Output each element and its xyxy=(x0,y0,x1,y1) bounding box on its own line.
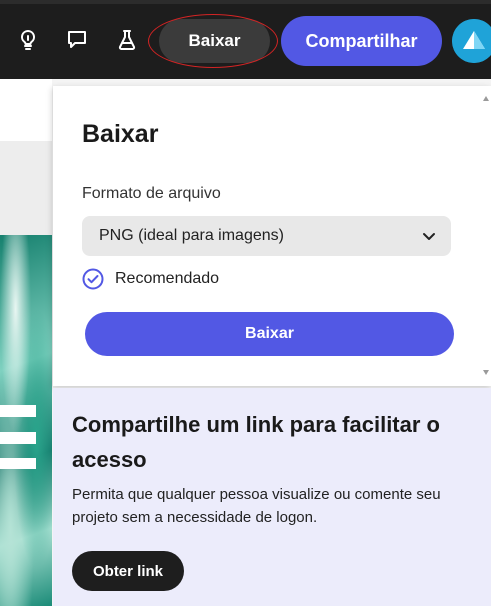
confirm-download-button[interactable]: Baixar xyxy=(85,312,454,356)
download-button[interactable]: Baixar xyxy=(159,19,270,63)
share-button[interactable]: Compartilhar xyxy=(281,16,442,66)
artwork-letter-stroke xyxy=(0,432,36,444)
scroll-up-arrow-icon[interactable] xyxy=(483,96,489,101)
popover-scrollbar[interactable] xyxy=(483,86,491,386)
share-link-panel: Compartilhe um link para facilitar o ace… xyxy=(53,388,491,606)
artwork-letter-stroke xyxy=(0,458,36,469)
avatar[interactable] xyxy=(452,19,491,63)
file-format-select[interactable]: PNG (ideal para imagens) xyxy=(82,216,451,256)
share-title: Compartilhe um link para facilitar o ace… xyxy=(72,412,440,472)
file-format-label: Formato de arquivo xyxy=(82,185,221,202)
canvas-background xyxy=(0,79,52,141)
get-link-button[interactable]: Obter link xyxy=(72,551,184,591)
popover-title: Baixar xyxy=(82,120,159,148)
share-description: Permita que qualquer pessoa visualize ou… xyxy=(72,486,441,526)
recommended-label: Recomendado xyxy=(115,270,220,287)
flask-icon[interactable] xyxy=(114,27,140,53)
lightbulb-icon[interactable] xyxy=(15,27,41,53)
recommended-indicator: Recomendado xyxy=(82,268,219,290)
top-toolbar: Baixar Compartilhar xyxy=(0,0,491,79)
scroll-down-arrow-icon[interactable] xyxy=(483,370,489,375)
chevron-down-icon xyxy=(423,233,435,240)
design-canvas-image[interactable] xyxy=(0,235,52,606)
download-popover: Baixar Formato de arquivo PNG (ideal par… xyxy=(53,86,491,386)
top-strip xyxy=(0,0,491,4)
file-format-value: PNG (ideal para imagens) xyxy=(99,227,284,244)
comment-icon[interactable] xyxy=(64,27,90,53)
check-circle-icon xyxy=(82,268,104,290)
artwork-letter-stroke xyxy=(0,405,36,417)
canvas-gap xyxy=(0,141,52,235)
